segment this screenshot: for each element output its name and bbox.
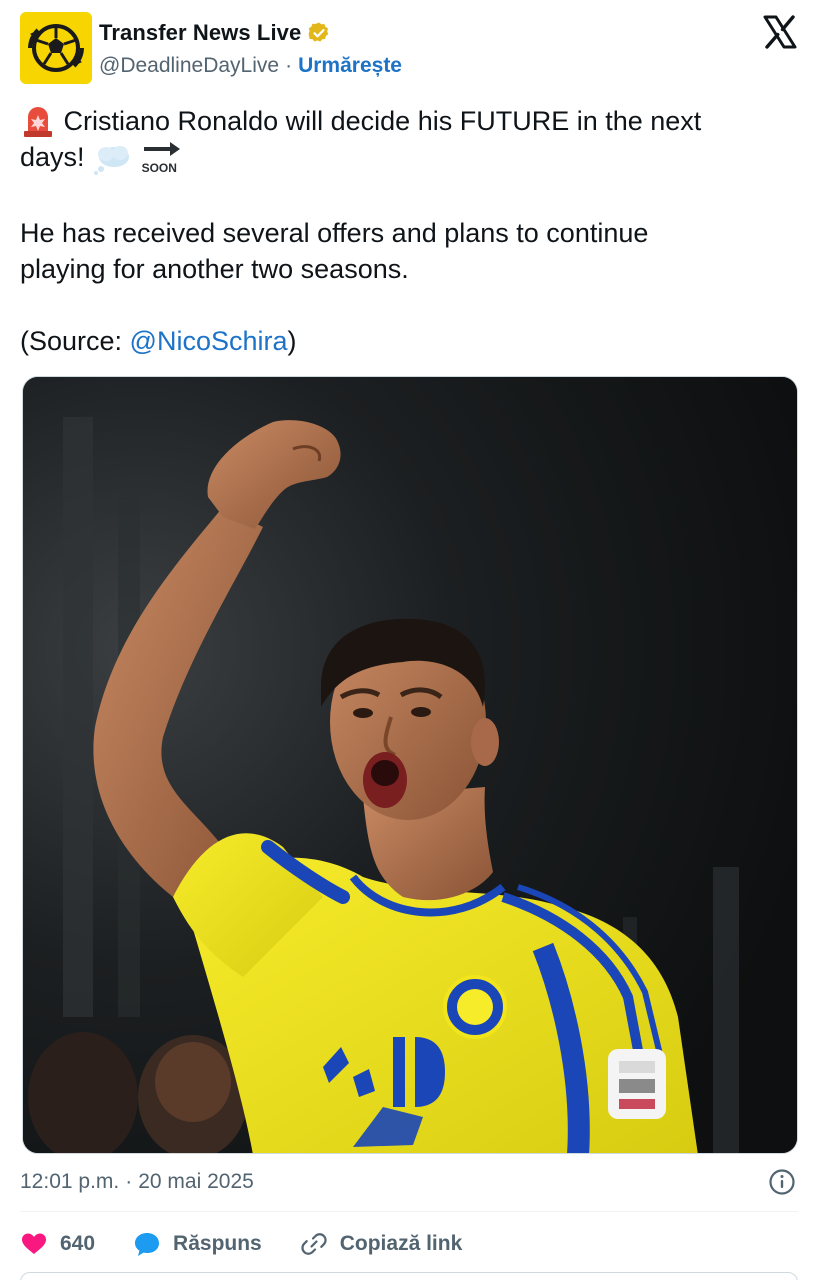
soon-arrow-emoji: SOON <box>140 139 184 179</box>
tweet-line-2-text: days! <box>20 142 85 173</box>
source-suffix: ) <box>287 326 297 356</box>
tweet-photo[interactable] <box>22 376 798 1154</box>
follow-button[interactable]: Urmărește <box>298 54 402 78</box>
verified-badge-icon[interactable] <box>307 21 331 45</box>
tweet-date[interactable]: 20 mai 2025 <box>138 1170 254 1194</box>
tweet-line-2: days! SOON <box>20 139 798 179</box>
tweet-actions: 640 Răspuns Copiază link <box>20 1226 798 1262</box>
tweet-line-1-text: Cristiano Ronaldo will decide his FUTURE… <box>63 106 702 136</box>
author-name-row: Transfer News Live <box>99 20 331 46</box>
avatar[interactable] <box>20 12 92 84</box>
reply-button[interactable]: Răspuns <box>133 1230 262 1258</box>
handle[interactable]: @DeadlineDayLive <box>99 54 279 78</box>
player-photo-illustration <box>23 377 797 1153</box>
read-replies-button[interactable] <box>20 1272 798 1280</box>
display-name[interactable]: Transfer News Live <box>99 20 301 46</box>
like-button[interactable]: 640 <box>20 1230 95 1258</box>
divider <box>20 1211 798 1212</box>
heart-icon <box>22 1233 46 1254</box>
tweet-paragraph-2-line-1: He has received several offers and plans… <box>20 218 649 248</box>
info-icon[interactable] <box>768 1168 796 1196</box>
like-count: 640 <box>60 1232 96 1255</box>
tweet-time[interactable]: 12:01 p.m. <box>20 1170 119 1194</box>
soon-label: SOON <box>141 161 177 175</box>
source-line: (Source: @NicoSchira) <box>20 323 798 359</box>
handle-row: @DeadlineDayLive · Urmărește <box>99 54 402 78</box>
tweet-line-1: Cristiano Ronaldo will decide his FUTURE… <box>20 103 798 139</box>
reply-bubble-icon <box>135 1233 160 1256</box>
x-logo-icon[interactable] <box>762 14 798 50</box>
soon-arrow-icon <box>143 142 180 156</box>
tweet-meta: 12:01 p.m. · 20 mai 2025 <box>20 1166 798 1198</box>
rotating-light-emoji-icon <box>24 106 52 137</box>
reply-label: Răspuns <box>173 1232 262 1255</box>
source-prefix: (Source: <box>20 326 130 356</box>
source-mention-link[interactable]: @NicoSchira <box>130 326 288 356</box>
copy-link-label: Copiază link <box>339 1232 463 1255</box>
tweet-header: Transfer News Live @DeadlineDayLive · Ur… <box>20 12 798 86</box>
link-icon <box>301 1233 327 1255</box>
handle-separator: · <box>285 54 293 77</box>
tweet-paragraph-2-line-2: playing for another two seasons. <box>20 254 409 284</box>
tweet-text: Cristiano Ronaldo will decide his FUTURE… <box>20 103 798 359</box>
thought-balloon-emoji-icon <box>94 146 130 175</box>
football-logo-icon <box>28 24 84 72</box>
meta-separator: · <box>125 1170 133 1193</box>
copy-link-button[interactable]: Copiază link <box>300 1230 463 1258</box>
